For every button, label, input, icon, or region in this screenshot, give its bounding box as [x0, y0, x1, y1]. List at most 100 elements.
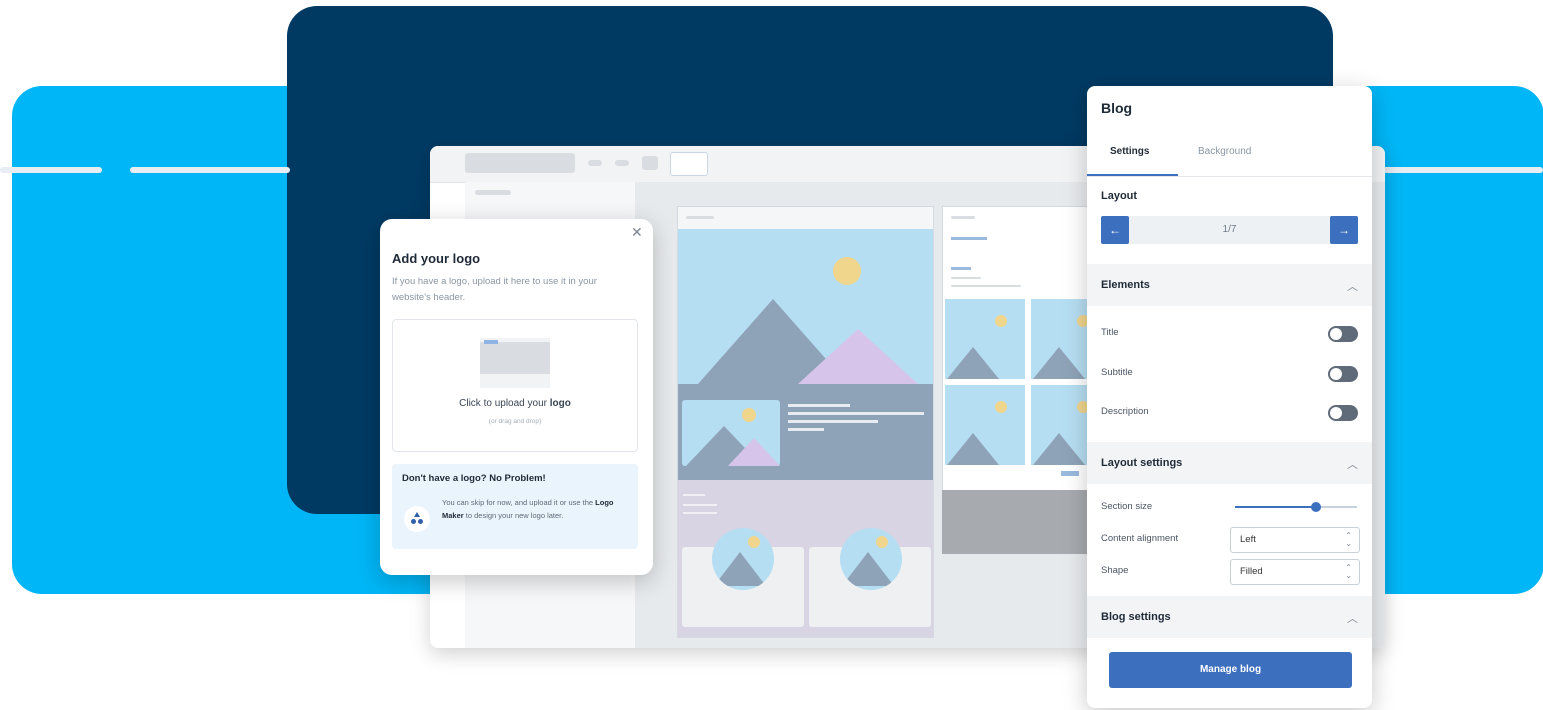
- mountain-shape: [1033, 433, 1085, 465]
- tab-background[interactable]: Background: [1198, 146, 1251, 157]
- element-subtitle-label: Subtitle: [1101, 367, 1133, 378]
- mock-line: [951, 285, 1021, 287]
- tab-active-indicator: [1087, 174, 1178, 176]
- shapes-icon: [404, 506, 430, 532]
- hero-image: [678, 229, 933, 384]
- tip-text-prefix: You can skip for now, and upload it or u…: [442, 498, 596, 507]
- content-alignment-select[interactable]: Left ⌃ ⌄: [1230, 527, 1360, 553]
- logo-tip-box: Don't have a logo? No Problem! You can s…: [392, 464, 638, 549]
- layout-settings-label: Layout settings: [1101, 457, 1183, 469]
- toolbar-placeholder: [465, 153, 575, 173]
- upload-label: Click to upload your logo: [393, 398, 637, 409]
- blog-settings-section-header[interactable]: Blog settings ︿: [1087, 596, 1372, 638]
- mock-button: [1061, 471, 1079, 476]
- mountain-shape: [1033, 347, 1085, 379]
- avatar-image: [712, 528, 774, 590]
- shape-label: Shape: [1101, 565, 1129, 576]
- mock-line: [951, 267, 971, 270]
- mock-line: [683, 494, 705, 496]
- blog-settings-panel: Blog Settings Background Layout 1/7 ← → …: [1087, 86, 1372, 708]
- elements-label: Elements: [1101, 279, 1150, 291]
- close-icon[interactable]: ✕: [631, 224, 643, 241]
- decorative-line: [0, 167, 102, 173]
- mock-line: [686, 216, 714, 219]
- sun-shape: [742, 408, 756, 422]
- arrow-left-icon[interactable]: ←: [1101, 216, 1129, 244]
- mountain-shape: [947, 433, 999, 465]
- mountain-shape: [714, 552, 766, 586]
- upload-illustration-header: [480, 342, 550, 374]
- mountain-shape: [798, 329, 918, 384]
- chevron-up-icon[interactable]: ︿: [1347, 278, 1358, 294]
- title-toggle[interactable]: [1328, 326, 1358, 342]
- mock-line: [951, 237, 987, 240]
- sun-shape: [995, 401, 1007, 413]
- layout-pager: 1/7 ← →: [1101, 216, 1358, 244]
- tip-text-suffix: to design your new logo later.: [463, 511, 564, 520]
- grid-image: [1031, 385, 1093, 465]
- mountain-shape: [842, 552, 894, 586]
- tab-divider: [1087, 176, 1372, 177]
- add-logo-dialog: ✕ Add your logo If you have a logo, uplo…: [380, 219, 653, 575]
- toolbar-selected-placeholder[interactable]: [670, 152, 708, 176]
- tab-settings[interactable]: Settings: [1110, 146, 1149, 157]
- dialog-title: Add your logo: [392, 251, 481, 266]
- description-toggle[interactable]: [1328, 405, 1358, 421]
- section-size-slider-handle[interactable]: [1310, 502, 1321, 512]
- mock-footer-block: [942, 490, 1092, 554]
- upload-label-prefix: Click to upload your: [459, 398, 550, 409]
- page-mockup: [942, 206, 1094, 491]
- layout-settings-section-header[interactable]: Layout settings ︿: [1087, 442, 1372, 484]
- content-alignment-value: Left: [1240, 534, 1256, 545]
- panel-title: Blog: [1101, 100, 1133, 116]
- shape-value: Filled: [1240, 566, 1263, 577]
- subtitle-toggle[interactable]: [1328, 366, 1358, 382]
- sun-shape: [748, 536, 760, 548]
- tip-text: You can skip for now, and upload it or u…: [442, 496, 624, 522]
- shapes-icon-triangle: [414, 512, 420, 517]
- elements-section-header[interactable]: Elements ︿: [1087, 264, 1372, 306]
- tip-title: Don't have a logo? No Problem!: [402, 473, 546, 484]
- blog-settings-label: Blog settings: [1101, 611, 1171, 623]
- feature-block: [678, 384, 933, 480]
- content-alignment-label: Content alignment: [1101, 533, 1179, 544]
- chevron-up-icon[interactable]: ︿: [1347, 456, 1358, 472]
- mountain-shape: [947, 347, 999, 379]
- blog-section-mockup: [678, 480, 933, 637]
- mock-line: [683, 504, 717, 506]
- grid-image: [945, 299, 1025, 379]
- upload-illustration-accent: [484, 340, 498, 344]
- layout-label: Layout: [1101, 190, 1138, 202]
- shape-select[interactable]: Filled ⌃ ⌄: [1230, 559, 1360, 585]
- layout-page-indicator: 1/7: [1222, 224, 1237, 235]
- upload-illustration: [480, 338, 550, 388]
- avatar-image: [840, 528, 902, 590]
- mock-line: [788, 412, 924, 415]
- mock-line: [683, 512, 717, 514]
- chevron-up-icon[interactable]: ︿: [1347, 610, 1358, 626]
- sun-shape: [995, 315, 1007, 327]
- select-arrows-icon: ⌃ ⌄: [1345, 563, 1352, 580]
- element-description-label: Description: [1101, 406, 1149, 417]
- shapes-icon-dot: [411, 519, 416, 524]
- toolbar-placeholder: [642, 156, 658, 170]
- mock-line: [788, 428, 824, 431]
- manage-blog-button[interactable]: Manage blog: [1109, 652, 1352, 688]
- arrow-right-icon[interactable]: →: [1330, 216, 1358, 244]
- upload-hint: (or drag and drop): [488, 418, 542, 425]
- grid-image: [1031, 299, 1093, 379]
- page-mockup: [677, 206, 934, 638]
- feature-image: [682, 400, 780, 466]
- grid-image: [945, 385, 1025, 465]
- upload-label-bold: logo: [549, 398, 571, 409]
- section-size-label: Section size: [1101, 501, 1153, 512]
- select-arrows-icon: ⌃ ⌄: [1345, 531, 1352, 548]
- sidebar-placeholder: [475, 190, 511, 195]
- mountain-shape: [728, 438, 780, 466]
- shapes-icon-dot: [418, 519, 423, 524]
- decorative-line: [1372, 167, 1543, 173]
- logo-upload-area[interactable]: Click to upload your logo (or drag and d…: [392, 319, 638, 452]
- mock-line: [951, 277, 981, 279]
- mock-line: [951, 216, 975, 219]
- mock-line: [788, 404, 850, 407]
